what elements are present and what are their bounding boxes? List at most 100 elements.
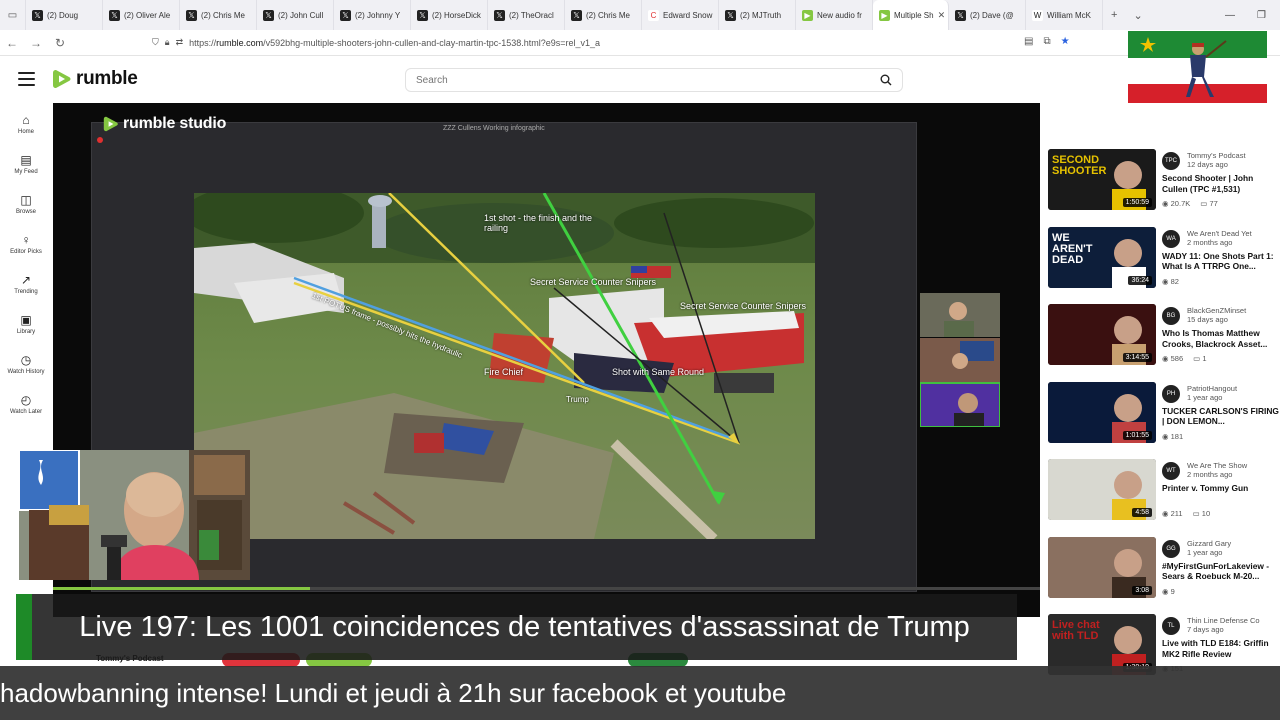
- recommendations-list: SECOND SHOOTER 1:50:59 TPC Tommy's Podcast 1…: [1040, 103, 1280, 675]
- restore-icon[interactable]: ❐: [1257, 10, 1266, 21]
- recommendation-card[interactable]: WE AREN'T DEAD 36:24 WA We Aren't Dead Yet 2…: [1048, 226, 1280, 291]
- sidebar-item[interactable]: ▤ My Feed: [0, 145, 52, 183]
- browser-tab[interactable]: 𝕏 (2) HorseDick: [411, 0, 488, 30]
- channel-name[interactable]: Thin Line Defense Co: [1187, 616, 1260, 625]
- video-title[interactable]: Printer v. Tommy Gun: [1162, 483, 1280, 494]
- video-title[interactable]: Second Shooter | John Cullen (TPC #1,531…: [1162, 173, 1280, 194]
- home-icon: ⌂: [22, 112, 30, 127]
- label-trump: Trump: [566, 395, 589, 404]
- browser-tab[interactable]: 𝕏 (2) Chris Me: [180, 0, 257, 30]
- recommendation-thumbnail[interactable]: 3:14:55: [1048, 304, 1156, 365]
- channel-name[interactable]: PatriotHangout: [1187, 384, 1237, 393]
- channel-avatar[interactable]: PH: [1162, 384, 1180, 403]
- back-icon[interactable]: ←: [0, 36, 24, 50]
- channel-avatar[interactable]: WT: [1162, 462, 1180, 480]
- sidebar-item-label: Watch History: [7, 368, 45, 375]
- browser-tab[interactable]: 𝕏 (2) John Cull: [257, 0, 334, 30]
- video-stats: ◉ 181: [1162, 432, 1183, 441]
- views-icon: ◉: [1162, 586, 1169, 596]
- browser-tab[interactable]: C Edward Snow: [642, 0, 719, 30]
- recommendation-card[interactable]: 1:01:55 PH PatriotHangout 1 year ago TUCKER …: [1048, 381, 1280, 446]
- channel-name[interactable]: Gizzard Gary: [1187, 539, 1231, 548]
- browser-tab[interactable]: 𝕏 (2) Johnny Y: [334, 0, 411, 30]
- x-icon: 𝕏: [340, 9, 351, 21]
- view-count: 20.7K: [1170, 199, 1191, 208]
- host-webcam-overlay: [19, 450, 250, 580]
- recommendation-card[interactable]: 3:14:55 BG BlackGenZMinset 15 days ago Who I…: [1048, 304, 1278, 368]
- c-icon: C: [648, 9, 659, 21]
- browser-tab[interactable]: 𝕏 (2) Chris Me: [565, 0, 642, 30]
- search-icon[interactable]: [880, 74, 892, 86]
- browser-tab[interactable]: 𝕏 (2) Oliver Ale: [103, 0, 180, 30]
- channel-avatar[interactable]: BG: [1162, 307, 1180, 325]
- w-icon: W: [1032, 9, 1043, 21]
- search-input[interactable]: [416, 74, 880, 86]
- video-title[interactable]: Live with TLD E184: Griffin MK2 Rifle Re…: [1162, 638, 1280, 659]
- close-tab-icon[interactable]: ✕: [938, 10, 946, 21]
- rumble-studio-logo-icon: [103, 116, 118, 132]
- recommendation-thumbnail[interactable]: 4:58: [1048, 459, 1156, 520]
- browser-tab[interactable]: 𝕏 (2) MJTruth: [719, 0, 796, 30]
- browser-tab-label: (2) Dave (@: [970, 10, 1014, 20]
- site-header: rumble: [0, 57, 1130, 103]
- channel-name[interactable]: Tommy's Podcast: [1187, 151, 1246, 160]
- sidebar-item[interactable]: ♀ Editor Picks: [0, 225, 52, 263]
- browser-tab[interactable]: 𝕏 (2) Dave (@: [949, 0, 1026, 30]
- sidebar-item[interactable]: ◴ Watch Later: [0, 385, 52, 423]
- sidebar-item-label: Home: [17, 128, 34, 135]
- video-stats: ◉ 9: [1162, 587, 1175, 596]
- video-title[interactable]: WADY 11: One Shots Part 1: What Is A TTR…: [1162, 251, 1280, 272]
- browser-tab[interactable]: 𝕏 (2) TheOracl: [488, 0, 565, 30]
- browser-tab[interactable]: ▶ Multiple Sh ✕: [873, 0, 949, 30]
- x-icon: 𝕏: [109, 9, 120, 21]
- search-box[interactable]: [405, 68, 903, 92]
- news-ticker: hadowbanning intense! Lundi et jeudi à 2…: [0, 666, 1280, 720]
- channel-avatar[interactable]: TL: [1162, 617, 1180, 635]
- browser-tab[interactable]: W William McK: [1026, 0, 1103, 30]
- rumble-studio-wordmark: rumble studio: [123, 115, 227, 132]
- new-tab-icon[interactable]: +: [1111, 9, 1117, 22]
- bookmark-star-icon[interactable]: ★: [1061, 36, 1070, 47]
- recommendation-card[interactable]: SECOND SHOOTER 1:50:59 TPC Tommy's Podcast 1…: [1048, 149, 1278, 213]
- channel-avatar[interactable]: TPC: [1162, 152, 1180, 170]
- minimize-icon[interactable]: —: [1225, 10, 1235, 21]
- sidebar-item[interactable]: ↗ Trending: [0, 265, 52, 303]
- recommendation-thumbnail[interactable]: WE AREN'T DEAD 36:24: [1048, 226, 1156, 288]
- recommendation-card[interactable]: 4:58 WT We Are The Show 2 months ago Printer…: [1048, 459, 1278, 523]
- browser-tab[interactable]: 𝕏 (2) Doug: [26, 0, 103, 30]
- sidebar-item[interactable]: ▣ Library: [0, 305, 52, 343]
- video-title[interactable]: TUCKER CARLSON'S FIRING | DON LEMON...: [1162, 406, 1280, 427]
- browser-tab[interactable]: ▶ New audio fr: [796, 0, 873, 30]
- recommendation-thumbnail[interactable]: 3:08: [1048, 536, 1156, 598]
- channel-avatar[interactable]: WA: [1162, 229, 1180, 248]
- video-title[interactable]: #MyFirstGunForLakeview - Sears & Roebuck…: [1162, 561, 1280, 582]
- tab-list-button[interactable]: ▭: [0, 0, 26, 30]
- x-icon: 𝕏: [186, 9, 197, 21]
- recommendation-thumbnail[interactable]: 1:01:55: [1048, 381, 1156, 443]
- rumble-logo[interactable]: rumble: [52, 68, 138, 90]
- sidebar-item[interactable]: ⌂ Home: [0, 105, 52, 143]
- recommendation-card[interactable]: 3:08 GG Gizzard Gary 1 year ago #MyFirstGunF…: [1048, 536, 1280, 601]
- sidebar-item[interactable]: ◫ Browse: [0, 185, 52, 223]
- video-progress-bar[interactable]: [53, 587, 1040, 590]
- browser-tab-label: (2) MJTruth: [740, 10, 782, 20]
- reload-icon[interactable]: ↻: [48, 36, 72, 50]
- patriote-flag-image: [1128, 31, 1267, 111]
- address-bar[interactable]: ⛉ 🔒︎ ⇄ https://rumble.com/v592bhg-multip…: [152, 37, 600, 48]
- views-icon: ◉: [1162, 431, 1169, 441]
- channel-name[interactable]: BlackGenZMinset: [1187, 306, 1246, 315]
- forward-icon[interactable]: →: [24, 36, 48, 50]
- channel-avatar[interactable]: GG: [1162, 539, 1180, 558]
- channel-name[interactable]: We Aren't Dead Yet: [1187, 229, 1252, 238]
- hamburger-menu-icon[interactable]: [18, 72, 35, 86]
- browser-tab-label: (2) TheOracl: [509, 10, 554, 20]
- sidebar-item[interactable]: ◷ Watch History: [0, 345, 52, 383]
- recommendation-thumbnail[interactable]: SECOND SHOOTER 1:50:59: [1048, 149, 1156, 210]
- comment-icon: ▭: [1192, 509, 1200, 518]
- library-icon: ▣: [20, 312, 32, 327]
- chevron-down-icon[interactable]: ⌄: [1133, 9, 1142, 22]
- video-title[interactable]: Who Is Thomas Matthew Crooks, Blackrock …: [1162, 328, 1280, 349]
- reader-view-icon[interactable]: ▤: [1024, 36, 1033, 47]
- screenshot-icon[interactable]: ⧉: [1043, 36, 1050, 47]
- channel-name[interactable]: We Are The Show: [1187, 461, 1247, 470]
